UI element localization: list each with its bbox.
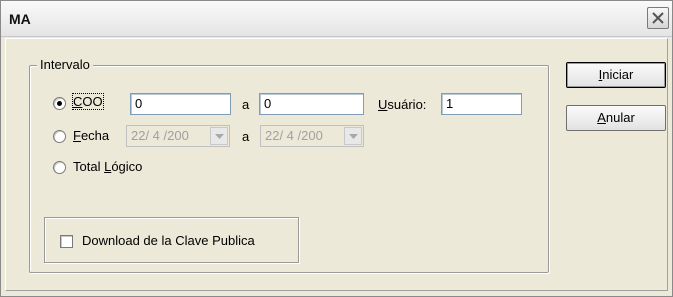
fecha-from-combo[interactable]: 22/ 4 /200 [126,125,230,147]
anular-button[interactable]: Anular [566,105,666,131]
coo-radio[interactable] [53,97,66,110]
fecha-to-dropdown-button[interactable] [344,127,362,145]
iniciar-button[interactable]: Iniciar [566,62,666,88]
total-logico-radio[interactable] [53,161,66,174]
download-checkbox[interactable] [60,235,73,248]
title-bar[interactable]: MA [1,1,672,37]
fecha-label: Fecha [73,128,110,143]
fecha-radio[interactable] [53,130,66,143]
coo-range-separator: a [242,97,250,112]
chevron-down-icon [215,134,224,139]
usuario-label: Usuário: [378,97,427,112]
dialog-window: MA Intervalo COO 0 a 0 Usuário: 1 Fecha … [0,0,673,297]
fecha-to-combo[interactable]: 22/ 4 /200 [260,125,364,147]
fecha-from-dropdown-button[interactable] [210,127,228,145]
download-label: Download de la Clave Publica [82,233,255,248]
fecha-to-value: 22/ 4 /200 [265,128,323,143]
fecha-range-separator: a [242,129,250,144]
interval-group-legend: Intervalo [37,57,93,72]
close-icon [652,12,664,24]
coo-from-input[interactable]: 0 [130,93,231,115]
coo-label: COO [72,93,104,110]
coo-to-input[interactable]: 0 [259,93,364,115]
usuario-input[interactable]: 1 [441,93,522,115]
radio-selected-dot [57,101,62,106]
fecha-from-value: 22/ 4 /200 [131,128,189,143]
close-button[interactable] [647,7,669,29]
chevron-down-icon [349,134,358,139]
total-logico-label: Total Lógico [73,159,143,174]
window-title: MA [9,11,31,27]
